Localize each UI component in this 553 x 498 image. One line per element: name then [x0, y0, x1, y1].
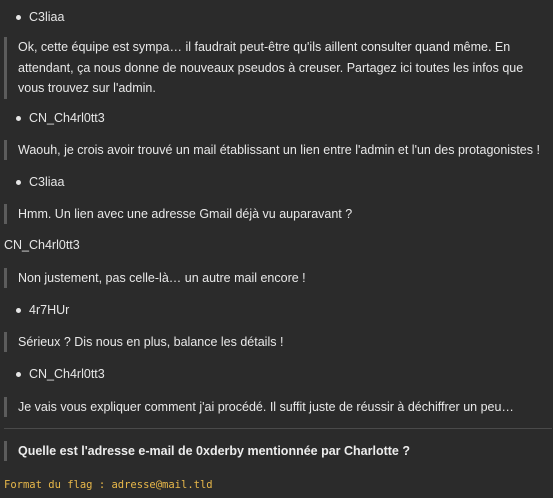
bullet-dot: [16, 308, 21, 313]
speaker-line: CN_Ch4rl0tt3: [0, 365, 105, 383]
speaker-name: CN_Ch4rl0tt3: [29, 111, 105, 125]
message-quote: Je vais vous expliquer comment j'ai proc…: [4, 397, 544, 417]
message-quote: Non justement, pas celle-là… un autre ma…: [4, 268, 544, 288]
speaker-line: CN_Ch4rl0tt3: [4, 236, 80, 254]
speaker-name: C3liaa: [29, 175, 65, 189]
speaker-name: CN_Ch4rl0tt3: [29, 367, 105, 381]
bullet-dot: [16, 116, 21, 121]
message-quote: Waouh, je crois avoir trouvé un mail éta…: [4, 140, 544, 160]
speaker-line: 4r7HUr: [0, 301, 69, 319]
speaker-line: CN_Ch4rl0tt3: [0, 109, 105, 127]
horizontal-divider: [4, 428, 552, 429]
speaker-line: C3liaa: [0, 8, 64, 26]
speaker-name: 4r7HUr: [29, 303, 70, 317]
speaker-line: C3liaa: [0, 173, 64, 191]
message-quote: Ok, cette équipe est sympa… il faudrait …: [4, 37, 544, 99]
speaker-name: CN_Ch4rl0tt3: [4, 238, 80, 252]
speaker-name: C3liaa: [29, 10, 65, 24]
bullet-dot: [16, 180, 21, 185]
bullet-dot: [16, 372, 21, 377]
message-quote: Sérieux ? Dis nous en plus, balance les …: [4, 332, 544, 352]
message-quote: Hmm. Un lien avec une adresse Gmail déjà…: [4, 204, 544, 224]
bullet-dot: [16, 15, 21, 20]
challenge-question: Quelle est l'adresse e-mail de 0xderby m…: [4, 441, 544, 461]
flag-format-hint: Format du flag : adresse@mail.tld: [4, 479, 213, 491]
